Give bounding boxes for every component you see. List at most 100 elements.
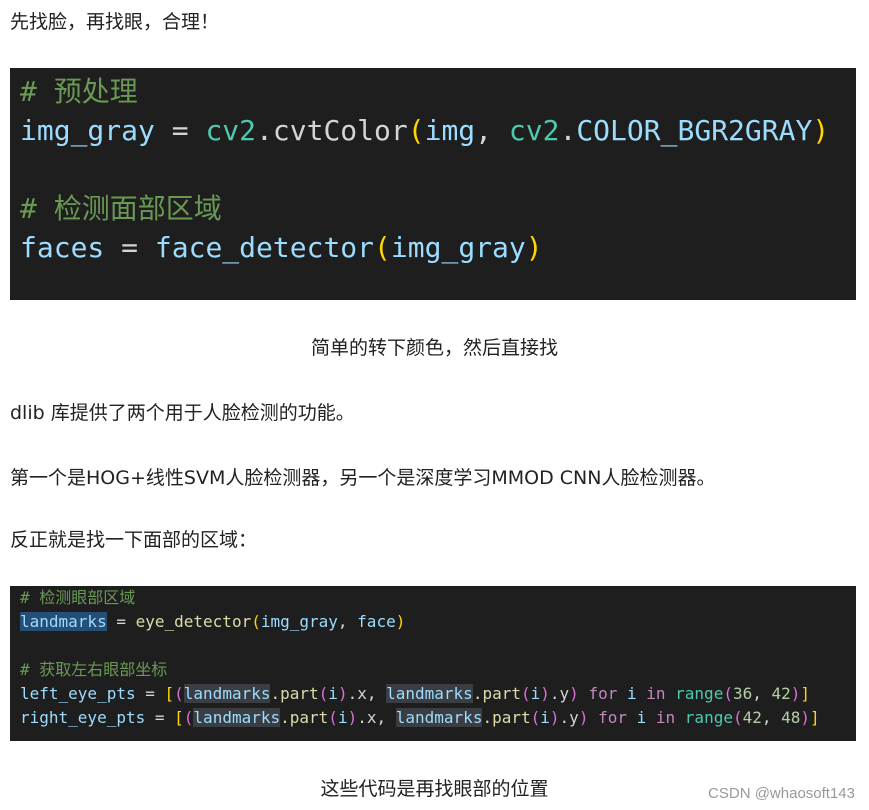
code-token-highlight: landmarks [395, 708, 483, 727]
dlib-text: dlib 库提供了两个用于人脸检测的功能。 [10, 402, 355, 424]
code-line: faces = face_detector(img_gray) [20, 228, 856, 267]
code-token-highlight: landmarks [193, 708, 281, 727]
code-token: left_eye_pts [20, 684, 136, 703]
code-token: ) [549, 708, 560, 727]
code-token: eye_detector [135, 612, 252, 631]
code-token: ) [812, 114, 830, 147]
code-token: 36 [732, 684, 753, 703]
code-token: i [328, 684, 338, 703]
code-token: face [357, 612, 396, 631]
code-token: .x, [357, 708, 396, 727]
code-token: for [588, 708, 637, 727]
code-token: cv2 [508, 114, 560, 147]
code-line: landmarks = eye_detector(img_gray, face) [20, 610, 856, 634]
code-token: right_eye_pts [20, 708, 146, 727]
code-token: , [337, 612, 358, 631]
code-token: range [675, 684, 724, 703]
code-token: i [626, 684, 637, 703]
code-token: = [104, 231, 155, 264]
code-token: for [578, 684, 627, 703]
code-token: 48 [781, 708, 801, 727]
code-token: i [530, 684, 541, 703]
code-line: # 获取左右眼部坐标 [20, 658, 856, 682]
code-token: , [761, 708, 782, 727]
code-token: img_gray [20, 114, 155, 147]
code-token: [ [164, 684, 175, 703]
code-token: ( [732, 708, 743, 727]
code-token: ) [395, 612, 406, 631]
code-token: . [559, 114, 577, 147]
code-token: cv2 [205, 114, 257, 147]
code-token: ( [183, 708, 194, 727]
code-line: # 检测面部区域 [20, 189, 856, 228]
code-token: .part [280, 708, 329, 727]
code-token: ) [800, 708, 811, 727]
code-token: = [106, 612, 136, 631]
code-token-highlight: landmarks [386, 684, 473, 703]
code-token: ] [800, 684, 811, 703]
code-line: right_eye_pts = [(landmarks.part(i).x, l… [20, 706, 856, 730]
code-token-highlight: landmarks [183, 684, 271, 703]
code-token: COLOR_BGR2GRAY [576, 114, 813, 147]
code-token: ) [578, 708, 589, 727]
code-block-eyes: # 检测眼部区域 landmarks = eye_detector(img_gr… [10, 586, 856, 741]
code-token: .part [482, 708, 531, 727]
code-token: .part [270, 684, 319, 703]
code-token: ( [407, 114, 425, 147]
code-token: = [145, 708, 175, 727]
code-token: ( [174, 684, 184, 703]
code-token: face_detector [154, 231, 375, 264]
code-token: img_gray [390, 231, 526, 264]
code-token-highlight: landmarks [20, 612, 107, 631]
code-token: ( [374, 231, 391, 264]
code-token: . [256, 114, 273, 147]
code-token: = [154, 114, 206, 147]
code-token: i [636, 708, 647, 727]
code-token: 42 [742, 708, 762, 727]
code-token: ( [318, 684, 329, 703]
code-token: ) [540, 684, 550, 703]
code-token: ) [525, 231, 543, 264]
code-token: ) [790, 684, 801, 703]
code-token: [ [174, 708, 184, 727]
code-line: # 预处理 [20, 72, 856, 111]
code-line: left_eye_pts = [(landmarks.part(i).x, la… [20, 682, 856, 706]
code-line: img_gray = cv2.cvtColor(img, cv2.COLOR_B… [20, 111, 856, 150]
code-token: ( [530, 708, 541, 727]
detector-text: 第一个是HOG+线性SVM人脸检测器，另一个是深度学习MMOD CNN人脸检测器… [10, 467, 716, 489]
code-token: .x, [347, 684, 387, 703]
caption-preprocess: 简单的转下颜色，然后直接找 [310, 337, 558, 359]
code-token: ( [251, 612, 261, 631]
code-token: 42 [771, 684, 791, 703]
code-token: ( [723, 684, 733, 703]
code-token: .part [472, 684, 521, 703]
code-token: = [135, 684, 165, 703]
code-token: ] [810, 708, 820, 727]
code-comment: # 获取左右眼部坐标 [20, 660, 168, 679]
code-token: .y [559, 708, 579, 727]
code-token: ) [337, 684, 348, 703]
code-line: # 检测眼部区域 [20, 586, 856, 610]
code-token: ( [328, 708, 338, 727]
code-comment: # 预处理 [20, 75, 138, 108]
code-token: range [684, 708, 733, 727]
code-token: in [636, 684, 676, 703]
code-token: i [337, 708, 348, 727]
code-token: i [540, 708, 550, 727]
code-token: , [752, 684, 772, 703]
code-token: ) [347, 708, 358, 727]
code-block-preprocess: # 预处理 img_gray = cv2.cvtColor(img, cv2.C… [10, 68, 856, 300]
code-token: in [646, 708, 685, 727]
watermark: CSDN @whaosoft143 [708, 785, 855, 802]
code-token: cvtColor [272, 114, 408, 147]
intro-text: 先找脸，再找眼，合理！ [10, 11, 220, 33]
code-token: img [424, 114, 476, 147]
region-text: 反正就是找一下面部的区域： [10, 529, 258, 551]
code-token: ( [520, 684, 531, 703]
code-comment: # 检测眼部区域 [20, 588, 136, 607]
code-token: img_gray [260, 612, 338, 631]
code-token: faces [20, 231, 105, 264]
code-token: , [475, 114, 509, 147]
